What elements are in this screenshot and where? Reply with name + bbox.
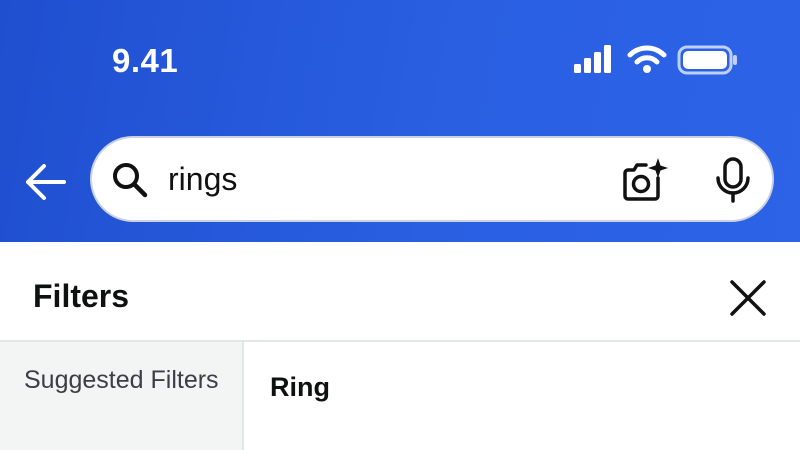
status-time: 9.41: [112, 42, 179, 79]
close-filters-button[interactable]: [726, 276, 770, 320]
search-icon: [113, 163, 148, 198]
camera-sparkle-icon: [623, 158, 668, 201]
sidebar-item-suggested-filters[interactable]: Suggested Filters: [24, 362, 224, 398]
section-heading-ring: Ring: [270, 372, 330, 402]
status-icons: [573, 44, 743, 78]
signal-icon: [574, 45, 611, 73]
back-arrow-icon: [26, 164, 66, 200]
wifi-icon: [627, 45, 667, 73]
filters-title: Filters: [33, 278, 130, 314]
voice-search-button[interactable]: [710, 156, 756, 204]
close-icon: [730, 280, 766, 316]
battery-icon: [677, 45, 737, 75]
microphone-icon: [716, 157, 750, 203]
search-bar[interactable]: [90, 136, 774, 222]
search-input[interactable]: [168, 152, 598, 206]
back-button[interactable]: [20, 160, 70, 204]
filters-header: Filters: [0, 242, 800, 342]
camera-search-button[interactable]: [620, 156, 670, 204]
app-header: 9.41: [0, 0, 800, 242]
filters-content: Ring: [244, 342, 800, 450]
filters-sidebar: Suggested Filters: [0, 342, 244, 450]
